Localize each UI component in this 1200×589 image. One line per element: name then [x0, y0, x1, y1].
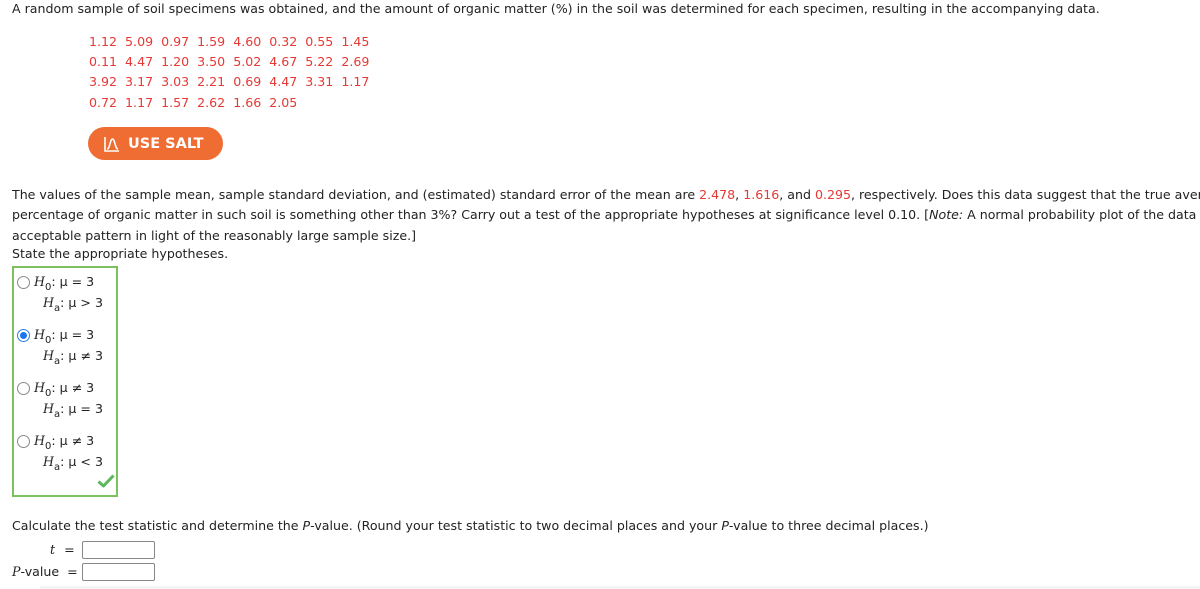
data-cell: 5.22 — [305, 53, 334, 69]
data-cell: 1.12 — [89, 33, 118, 49]
h-symbol: H — [43, 348, 54, 363]
stats-text: The values of the sample mean, sample st… — [12, 187, 700, 202]
separator: , and — [779, 187, 815, 202]
data-cell: 1.17 — [125, 94, 154, 110]
alternative-hypothesis: Ha: μ = 3 — [43, 401, 103, 420]
distribution-curve-icon — [104, 136, 119, 152]
h0-statement: : μ = 3 — [51, 274, 95, 289]
data-cell: 5.09 — [125, 33, 154, 49]
data-cell: 2.69 — [341, 53, 370, 69]
sample-mean-value: 2.478 — [699, 187, 736, 202]
null-hypothesis: H0: μ = 3 — [34, 274, 94, 293]
data-cell: 1.17 — [341, 74, 370, 90]
data-cell: 2.05 — [269, 94, 298, 110]
data-cell: 4.47 — [125, 53, 154, 69]
h-symbol: H — [34, 274, 45, 289]
t-statistic-input[interactable] — [82, 541, 155, 559]
p-italic: P — [721, 518, 729, 533]
data-cell: 2.21 — [197, 74, 226, 90]
stats-text: percentage of organic matter in such soi… — [12, 207, 930, 223]
data-cell: 3.50 — [197, 53, 226, 69]
intro-text: A random sample of soil specimens was ob… — [12, 1, 1100, 16]
data-row: 0.11 4.47 1.20 3.50 5.02 4.67 5.22 2.69 — [89, 51, 377, 71]
data-cell: 4.47 — [269, 74, 298, 90]
t-label: t = — [50, 542, 75, 558]
p-value-text: -value — [20, 564, 60, 579]
ha-statement: : μ > 3 — [60, 295, 103, 310]
data-cell: 1.66 — [233, 94, 262, 110]
separator: , — [735, 187, 744, 202]
stats-paragraph: The values of the sample mean, sample st… — [12, 185, 1200, 246]
ha-statement: : μ = 3 — [60, 401, 103, 416]
radio-button[interactable] — [17, 435, 30, 448]
data-cell: 2.62 — [197, 94, 226, 110]
data-cell: 3.31 — [305, 74, 334, 90]
data-cell: 0.32 — [269, 33, 298, 49]
data-cell: 4.60 — [233, 33, 262, 49]
equals-sign: = — [64, 542, 75, 557]
alternative-hypothesis: Ha: μ < 3 — [43, 454, 103, 473]
data-cell: 1.59 — [197, 33, 226, 49]
h-symbol: H — [43, 454, 54, 469]
h-symbol: H — [34, 433, 45, 448]
data-row: 1.12 5.09 0.97 1.59 4.60 0.32 0.55 1.45 — [89, 31, 377, 51]
data-cell: 0.69 — [233, 74, 262, 90]
radio-button[interactable] — [17, 329, 30, 342]
use-salt-button[interactable]: USE SALT — [88, 127, 223, 160]
h-symbol: H — [34, 327, 45, 342]
prompt-text: -value to three decimal places.) — [728, 518, 929, 533]
ha-statement: : μ ≠ 3 — [60, 348, 103, 363]
data-cell: 3.92 — [89, 74, 118, 90]
hypotheses-prompt: State the appropriate hypotheses. — [12, 246, 229, 261]
data-cell: 3.17 — [125, 74, 154, 90]
note-label: Note: — [929, 207, 964, 223]
alternative-hypothesis: Ha: μ ≠ 3 — [43, 348, 103, 367]
data-cell: 1.45 — [341, 33, 370, 49]
standard-error-value: 0.295 — [814, 187, 852, 202]
equals-sign: = — [67, 564, 78, 579]
checkmark-icon — [97, 474, 115, 488]
stats-text: A normal probability plot of the data sh… — [967, 207, 1200, 223]
hypotheses-answer-box: H0: μ = 3 Ha: μ > 3 H0: μ = 3 Ha: μ ≠ 3 H0: … — [12, 266, 118, 497]
h-symbol: H — [43, 295, 54, 310]
data-cell: 0.72 — [89, 94, 118, 110]
h0-statement: : μ ≠ 3 — [51, 433, 95, 448]
stats-text: , respectively. Does this data suggest t… — [851, 187, 1200, 202]
data-cell: 1.57 — [161, 94, 190, 110]
data-cell: 1.20 — [161, 53, 190, 69]
prompt-text: Calculate the test statistic and determi… — [12, 518, 303, 533]
data-table: 1.12 5.09 0.97 1.59 4.60 0.32 0.55 1.45 0.11 4.47… — [89, 31, 377, 112]
null-hypothesis: H0: μ ≠ 3 — [34, 380, 94, 399]
data-cell: 4.67 — [269, 53, 298, 69]
p-value-label: P-value = — [12, 564, 78, 580]
calculate-prompt: Calculate the test statistic and determi… — [12, 518, 929, 534]
prompt-text: -value. (Round your test statistic to tw… — [310, 518, 722, 533]
ha-statement: : μ < 3 — [60, 454, 103, 469]
t-symbol: t — [50, 542, 56, 557]
h0-statement: : μ = 3 — [51, 327, 95, 342]
h0-statement: : μ ≠ 3 — [51, 380, 95, 395]
null-hypothesis: H0: μ ≠ 3 — [34, 433, 94, 452]
radio-button[interactable] — [17, 276, 30, 289]
radio-button[interactable] — [17, 382, 30, 395]
alternative-hypothesis: Ha: μ > 3 — [43, 295, 103, 314]
data-row: 3.92 3.17 3.03 2.21 0.69 4.47 3.31 1.17 — [89, 72, 377, 92]
data-cell: 5.02 — [233, 53, 262, 69]
null-hypothesis: H0: μ = 3 — [34, 327, 94, 346]
data-cell: 0.97 — [161, 33, 190, 49]
data-cell: 3.03 — [161, 74, 190, 90]
use-salt-label: USE SALT — [128, 135, 204, 152]
data-cell: 0.11 — [89, 53, 118, 69]
stats-text: acceptable pattern in light of the reaso… — [12, 227, 417, 243]
data-row: 0.72 1.17 1.57 2.62 1.66 2.05 — [89, 92, 377, 112]
sample-sd-value: 1.616 — [743, 187, 780, 202]
h-symbol: H — [43, 401, 54, 416]
h-symbol: H — [34, 380, 45, 395]
data-cell: 0.55 — [305, 33, 334, 49]
p-value-input[interactable] — [82, 563, 155, 581]
p-italic: P — [302, 518, 311, 533]
